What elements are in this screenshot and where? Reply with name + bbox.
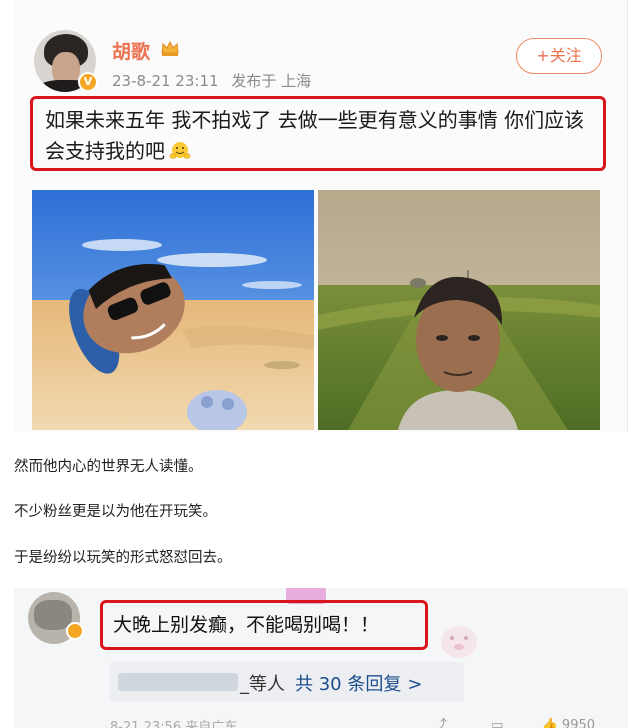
article-paragraph-1: 然而他内心的世界无人读懂。 (14, 459, 203, 475)
post-date: 23-8-21 23:11 (112, 72, 219, 90)
post-text-highlight: 如果未来五年 我不拍戏了 去做一些更有意义的事情 你们应该会支持我的吧 (30, 96, 606, 171)
post-text: 如果未来五年 我不拍戏了 去做一些更有意义的事情 你们应该会支持我的吧 (45, 108, 585, 163)
field-selfie-photo[interactable] (318, 190, 600, 430)
reply-summary[interactable]: _等人共 30 条回复 > (240, 670, 422, 696)
like-icon[interactable]: 👍 (542, 718, 558, 728)
reply-suffix: _等人 (240, 674, 285, 695)
comment-footer-meta: 8-21 23:56 来自广东 (110, 720, 238, 728)
crown-icon (161, 40, 179, 56)
post-location: 发布于 上海 (231, 72, 312, 90)
article-paragraph-2: 不少粉丝更是以为他在开玩笑。 (14, 504, 217, 520)
commenter-verified-badge (66, 622, 84, 640)
comment-highlight: 大晚上别发癫，不能喝别喝！！ (100, 600, 428, 650)
follow-button[interactable]: +关注 (516, 38, 602, 74)
like-count: 9950 (561, 718, 596, 728)
verified-badge: V (78, 72, 98, 92)
reply-summary-bar[interactable]: _等人共 30 条回复 > (110, 662, 464, 702)
chevron-right-icon: > (407, 674, 423, 695)
reply-count[interactable]: 共 30 条回复 (295, 674, 401, 695)
username[interactable]: 胡歌 (112, 37, 150, 64)
comment-icon[interactable]: ▭ (491, 718, 503, 728)
comment-card: 大晚上别发癫，不能喝别喝！！ _等人共 30 条回复 > 8-21 23:56 来… (14, 588, 628, 728)
hug-emoji-icon (169, 142, 191, 159)
weibo-post-card: V 胡歌 23-8-21 23:11 发布于 上海 +关注 如果未来五年 我不拍… (14, 0, 628, 432)
sticker-icon (441, 626, 477, 658)
share-icon[interactable]: ⤴ (434, 718, 447, 728)
post-meta: 23-8-21 23:11 发布于 上海 (112, 70, 319, 91)
blurred-usernames (118, 673, 238, 691)
article-paragraph-3: 于是纷纷以玩笑的形式怒怼回去。 (14, 550, 232, 566)
desert-selfie-photo[interactable] (32, 190, 314, 430)
comment-text: 大晚上别发癫，不能喝别喝！！ (113, 614, 380, 636)
comment-actions: ⤴ ▭ 👍 9950 (434, 714, 595, 728)
